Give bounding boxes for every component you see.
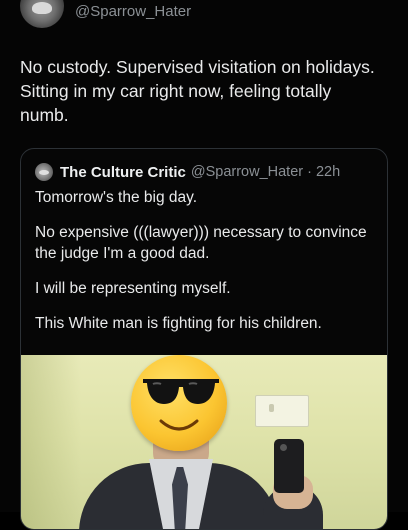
user-handle[interactable]: @Sparrow_Hater: [75, 3, 191, 20]
shelf-knob: [269, 404, 274, 412]
quoted-tweet-image[interactable]: [21, 355, 387, 529]
quoted-paragraph: No expensive (((lawyer))) necessary to c…: [35, 224, 367, 262]
quoted-display-name[interactable]: The Culture Critic: [60, 164, 186, 181]
tweet-post: @Sparrow_Hater No custody. Supervised vi…: [0, 0, 408, 530]
sunglasses-icon: [143, 379, 219, 404]
smile-mouth: [159, 419, 199, 431]
quoted-tweet-body: Tomorrow's the big day. No expensive (((…: [35, 187, 375, 348]
separator-dot: ·: [307, 164, 312, 180]
quoted-tweet-header: The Culture Critic @Sparrow_Hater · 22h: [35, 162, 340, 182]
phone-camera: [280, 444, 287, 451]
wall-shadow: [21, 355, 81, 529]
post-text: No custody. Supervised visitation on hol…: [20, 57, 375, 125]
user-avatar[interactable]: [20, 0, 64, 28]
necktie: [172, 467, 188, 529]
wall-shelf: [255, 395, 309, 427]
quoted-paragraph: Tomorrow's the big day.: [35, 189, 198, 206]
quoted-user-handle[interactable]: @Sparrow_Hater: [191, 164, 303, 180]
post-header: @Sparrow_Hater: [0, 0, 408, 32]
smartphone: [274, 439, 304, 493]
bird-avatar-icon: [32, 2, 52, 14]
quoted-timestamp[interactable]: 22h: [316, 164, 340, 180]
quoted-paragraph: This White man is fighting for his child…: [35, 315, 322, 332]
quoted-paragraph: I will be representing myself.: [35, 280, 231, 297]
quoted-user-avatar[interactable]: [35, 163, 53, 181]
quoted-tweet[interactable]: The Culture Critic @Sparrow_Hater · 22h …: [20, 148, 388, 530]
